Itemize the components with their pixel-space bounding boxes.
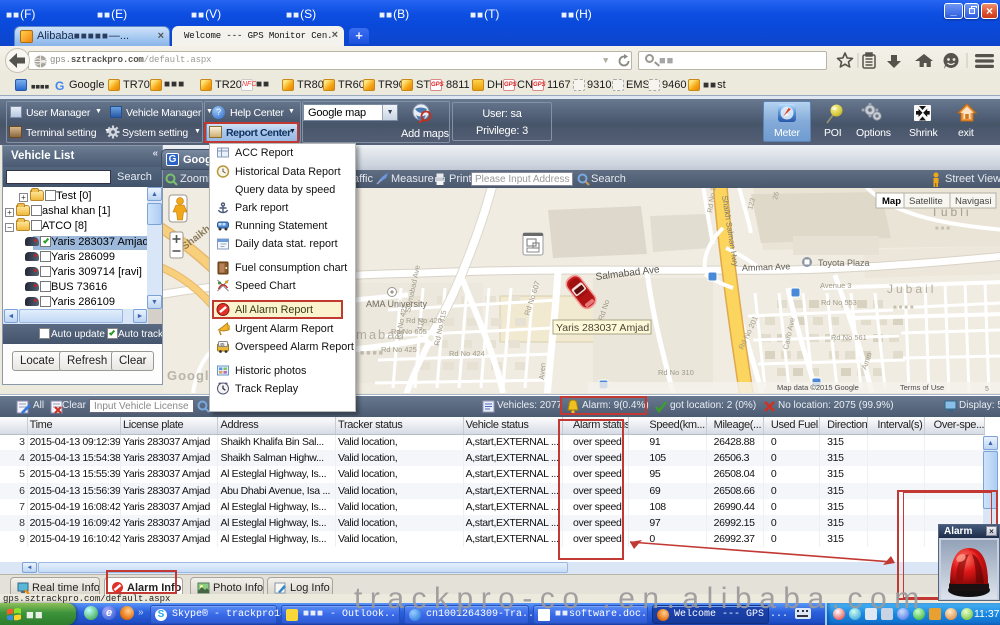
svg-text:26: 26: [772, 191, 781, 200]
svg-text:Avenue 3: Avenue 3: [820, 281, 852, 290]
svg-text:Cairo Ave: Cairo Ave: [781, 317, 797, 351]
svg-text:■■■■: ■■■■: [360, 350, 385, 357]
svg-text:Satellite: Satellite: [909, 196, 943, 207]
svg-text:Navigasi: Navigasi: [955, 196, 991, 207]
svg-text:Aven: Aven: [537, 362, 547, 380]
svg-text:Shaikh Salman Hwy: Shaikh Salman Hwy: [720, 195, 740, 267]
svg-text:Rd No 424: Rd No 424: [449, 349, 485, 358]
svg-text:Rd No: Rd No: [596, 299, 611, 322]
svg-text:Rd No 607: Rd No 607: [522, 280, 542, 317]
svg-text:Toyota Plaza: Toyota Plaza: [818, 258, 870, 268]
svg-text:Rd No 561: Rd No 561: [831, 333, 867, 342]
svg-text:Rd No 415: Rd No 415: [432, 309, 448, 346]
svg-text:AMA University: AMA University: [366, 299, 428, 309]
svg-text:Map data ©2015 Google: Map data ©2015 Google: [777, 383, 859, 392]
svg-text:Salmabad Ave: Salmabad Ave: [595, 264, 661, 283]
svg-text:5: 5: [985, 386, 989, 393]
svg-text:Amman Ave: Amman Ave: [742, 261, 791, 273]
svg-text:Rd No 310: Rd No 310: [658, 368, 694, 377]
svg-text:Rd No 425: Rd No 425: [381, 345, 417, 354]
svg-text:Rd No 420: Rd No 420: [406, 316, 442, 325]
svg-text:Amm: Amm: [859, 351, 873, 371]
svg-text:Rd No 111: Rd No 111: [707, 188, 718, 213]
svg-text:45: 45: [220, 342, 226, 347]
svg-text:mabad: mabad: [356, 327, 406, 342]
svg-text:Map: Map: [882, 196, 901, 207]
svg-text:Rd No 553: Rd No 553: [821, 298, 857, 307]
svg-text:■■■■: ■■■■: [893, 305, 916, 311]
svg-text:Shaikh: Shaikh: [180, 224, 213, 253]
svg-text:Jubail: Jubail: [887, 282, 936, 296]
svg-text:Yaris 283037 Amjad: Yaris 283037 Amjad: [556, 322, 649, 334]
svg-text:Terms of Use: Terms of Use: [900, 383, 944, 392]
svg-text:123: 123: [747, 197, 757, 210]
svg-text:■■■: ■■■: [935, 226, 952, 232]
svg-text:Rd No 201: Rd No 201: [737, 315, 760, 351]
